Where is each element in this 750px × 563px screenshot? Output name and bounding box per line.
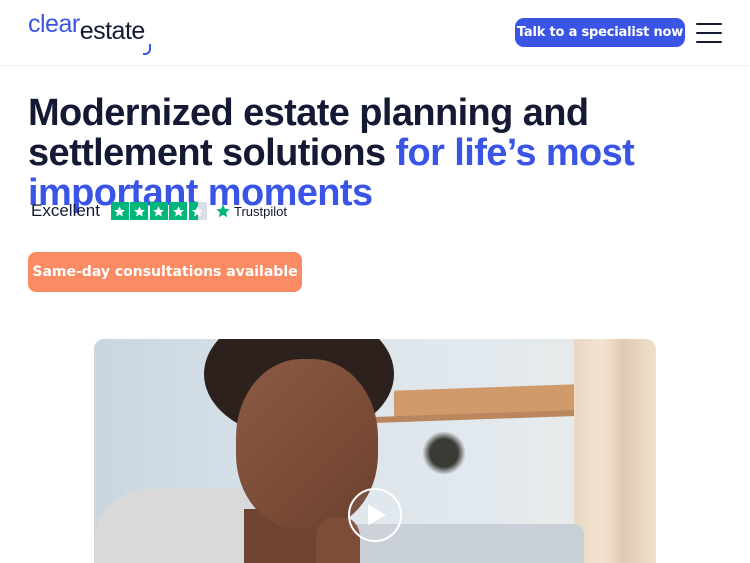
half-star-icon bbox=[188, 202, 207, 220]
same-day-consultations-button[interactable]: Same-day consultations available bbox=[28, 252, 302, 292]
star-icon bbox=[130, 202, 149, 220]
rating-stars bbox=[110, 202, 207, 220]
logo-text-clear: clear bbox=[28, 10, 80, 38]
menu-bar-line bbox=[696, 23, 722, 25]
star-icon bbox=[110, 202, 129, 220]
play-icon[interactable] bbox=[348, 488, 402, 542]
menu-bar-line bbox=[696, 32, 722, 34]
trustpilot-rating[interactable]: Excellent Trustpilot bbox=[31, 200, 287, 222]
hamburger-menu-icon[interactable] bbox=[696, 23, 722, 43]
hero-headline: Modernized estate planning and settlemen… bbox=[28, 93, 728, 213]
menu-bar-line bbox=[696, 41, 722, 43]
clearestate-logo[interactable]: clear estate bbox=[28, 10, 151, 55]
trustpilot-star-icon bbox=[216, 204, 230, 218]
talk-to-specialist-button[interactable]: Talk to a specialist now bbox=[515, 18, 685, 47]
star-icon bbox=[169, 202, 188, 220]
logo-hook-mark bbox=[142, 44, 151, 55]
trustpilot-logo: Trustpilot bbox=[215, 203, 287, 219]
hero-video[interactable] bbox=[94, 339, 656, 563]
star-icon bbox=[149, 202, 168, 220]
rating-label: Excellent bbox=[31, 201, 100, 220]
trustpilot-wordmark: Trustpilot bbox=[233, 203, 287, 219]
video-plant bbox=[422, 431, 466, 475]
logo-text-estate: estate bbox=[79, 17, 146, 45]
site-header: clear estate Talk to a specialist now bbox=[0, 0, 750, 66]
video-curtain bbox=[574, 339, 656, 563]
